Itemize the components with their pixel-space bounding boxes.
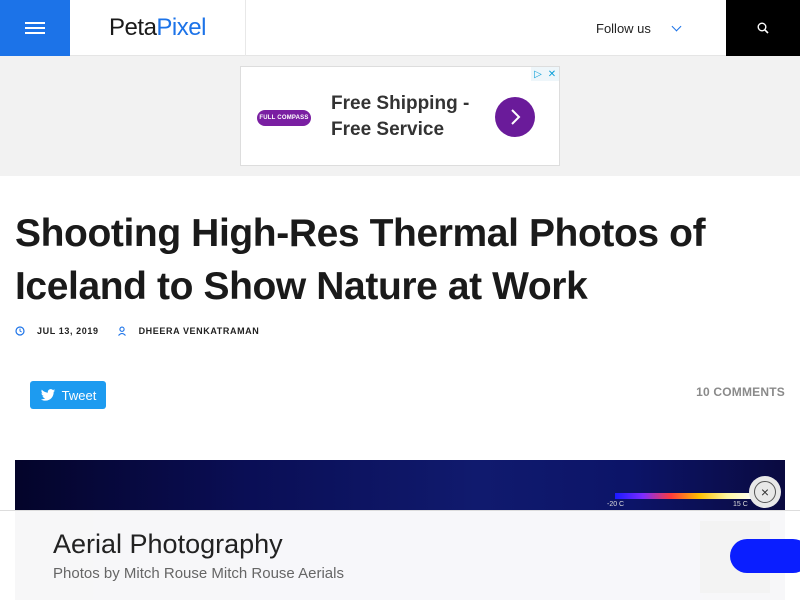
site-logo[interactable]: Peta Pixel bbox=[70, 0, 246, 56]
bottom-ad-title: Aerial Photography bbox=[53, 529, 283, 559]
article-title: Shooting High-Res Thermal Photos of Icel… bbox=[15, 212, 706, 308]
close-icon: × bbox=[754, 481, 776, 503]
search-button[interactable] bbox=[726, 0, 800, 56]
adchoices-icon[interactable]: ▷ bbox=[531, 67, 545, 81]
hamburger-icon bbox=[25, 22, 45, 34]
follow-us-dropdown[interactable]: Follow us bbox=[596, 0, 682, 56]
clock-icon bbox=[15, 326, 25, 336]
close-ad-button[interactable]: × bbox=[749, 476, 781, 508]
chevron-right-icon bbox=[511, 109, 521, 125]
article-author[interactable]: DHEERA VENKATRAMAN bbox=[139, 326, 260, 336]
ad-arrow-button[interactable] bbox=[495, 97, 535, 137]
top-ad[interactable]: FULL COMPASS Free Shipping - Free Servic… bbox=[240, 66, 560, 166]
bottom-ad-cta-button[interactable] bbox=[730, 539, 800, 573]
scale-max-label: 15 C bbox=[733, 501, 748, 508]
twitter-bird-icon bbox=[40, 388, 55, 401]
logo-pixel: Pixel bbox=[156, 14, 206, 41]
user-icon bbox=[117, 326, 127, 336]
logo-peta: Peta bbox=[109, 14, 157, 41]
ad-close-icon[interactable]: ✕ bbox=[545, 67, 559, 81]
bottom-ad-subtitle: Photos by Mitch Rouse Mitch Rouse Aerial… bbox=[53, 565, 344, 582]
article-date: JUL 13, 2019 bbox=[37, 326, 99, 336]
temperature-scale-bar bbox=[615, 493, 755, 499]
menu-button[interactable] bbox=[0, 0, 70, 56]
search-icon bbox=[757, 22, 769, 34]
bottom-ad[interactable]: Aerial Photography Photos by Mitch Rouse… bbox=[0, 510, 800, 600]
scale-min-label: -20 C bbox=[607, 501, 625, 508]
ad-brand-logo: FULL COMPASS bbox=[257, 110, 311, 126]
tweet-button[interactable]: Tweet bbox=[30, 381, 106, 409]
tweet-label: Tweet bbox=[61, 387, 97, 403]
ad-choices[interactable]: ▷ ✕ bbox=[531, 67, 559, 81]
comments-link[interactable]: 10 COMMENTS bbox=[696, 385, 785, 399]
ad-headline: Free Shipping - Free Service bbox=[331, 93, 470, 140]
follow-us-label: Follow us bbox=[596, 20, 651, 36]
chevron-down-icon bbox=[671, 21, 682, 31]
article-meta: JUL 13, 2019 DHEERA VENKATRAMAN bbox=[15, 324, 259, 338]
top-ad-band: FULL COMPASS Free Shipping - Free Servic… bbox=[0, 56, 800, 176]
site-header: Peta Pixel Follow us bbox=[0, 0, 800, 56]
